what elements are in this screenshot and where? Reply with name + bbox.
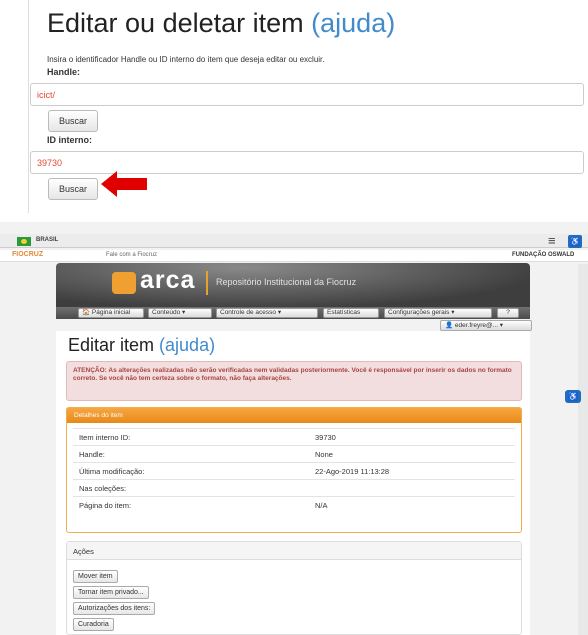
nav-content-label: Conteúdo xyxy=(152,309,181,316)
menu-icon[interactable]: ≡ xyxy=(548,234,556,247)
table-row: Nas coleções: xyxy=(73,479,515,497)
edit-help-link[interactable]: (ajuda) xyxy=(159,335,215,355)
make-private-button[interactable]: Tornar item privado... xyxy=(73,586,149,599)
brazil-flag-icon xyxy=(17,237,31,246)
row-label: Nas coleções: xyxy=(73,479,309,497)
search-id-button[interactable]: Buscar xyxy=(48,178,98,200)
user-menu[interactable]: 👤 eder.freyre@... ▾ xyxy=(440,320,532,331)
nav-settings[interactable]: Configurações gerais ▾ xyxy=(384,308,492,318)
row-value xyxy=(309,479,515,497)
item-details-table: Item interno ID: 39730 Handle: None Última… xyxy=(73,428,515,514)
nav-statistics[interactable]: Estatísticas xyxy=(323,308,379,318)
edit-item-title-text: Editar item xyxy=(68,335,155,355)
actions-panel: Ações Mover item Tornar item privado... … xyxy=(66,541,522,635)
panel-border xyxy=(28,0,29,213)
nav-settings-label: Configurações gerais xyxy=(388,309,450,316)
nav-home[interactable]: 🏠 Página inicial xyxy=(78,308,144,318)
edit-delete-item-panel: Editar ou deletar item (ajuda) Insira o … xyxy=(0,0,588,213)
foundation-label: FUNDAÇÃO OSWALD xyxy=(512,252,575,258)
row-value: None xyxy=(309,445,515,463)
fiocruz-logo[interactable]: FIOCRUZ xyxy=(12,251,43,258)
search-handle-button[interactable]: Buscar xyxy=(48,110,98,132)
fiocruz-bar: FIOCRUZ Fale com a Fiocruz FUNDAÇÃO OSWA… xyxy=(0,250,588,262)
site-banner: arca Repositório Institucional da Fiocru… xyxy=(56,263,530,307)
edit-item-screenshot: BRASIL ≡ ♿ FIOCRUZ Fale com a Fiocruz FU… xyxy=(0,222,588,635)
gov-bar: BRASIL ≡ ♿ xyxy=(0,234,588,248)
page-title: Editar ou deletar item (ajuda) xyxy=(47,8,395,39)
warning-alert: ATENÇÃO: As alterações realizadas não se… xyxy=(66,361,522,401)
scrollbar[interactable] xyxy=(578,264,588,635)
main-nav: 🏠 Página inicial Conteúdo ▾ Controle de … xyxy=(56,307,530,319)
row-label: Item interno ID: xyxy=(73,428,309,446)
handle-input[interactable]: icict/ xyxy=(30,83,584,106)
row-value: 22-Ago-2019 11:13:28 xyxy=(309,462,515,480)
page-title-text: Editar ou deletar item xyxy=(47,8,304,38)
table-row: Item interno ID: 39730 xyxy=(73,428,515,446)
nav-access-control[interactable]: Controle de acesso ▾ xyxy=(216,308,318,318)
table-row: Página do item: N/A xyxy=(73,496,515,514)
handle-label: Handle: xyxy=(47,67,81,77)
row-label: Handle: xyxy=(73,445,309,463)
main-content: Editar item (ajuda) ATENÇÃO: As alteraçõ… xyxy=(56,331,530,635)
row-label: Página do item: xyxy=(73,496,309,514)
item-authorizations-button[interactable]: Autorizações dos itens: xyxy=(73,602,156,615)
edit-item-title: Editar item (ajuda) xyxy=(68,335,215,356)
nav-access-label: Controle de acesso xyxy=(220,309,277,316)
item-details-panel: Detalhes do item Item interno ID: 39730 H… xyxy=(66,407,522,533)
arca-logo-icon xyxy=(112,272,136,294)
row-value: N/A xyxy=(309,496,515,514)
arca-brand[interactable]: arca xyxy=(140,266,195,295)
user-name: eder.freyre@... xyxy=(454,322,498,329)
curation-button[interactable]: Curadoria xyxy=(73,618,114,631)
nav-content[interactable]: Conteúdo ▾ xyxy=(148,308,212,318)
internal-id-label: ID interno: xyxy=(47,135,92,145)
row-label: Última modificação: xyxy=(73,462,309,480)
contact-link[interactable]: Fale com a Fiocruz xyxy=(106,252,157,258)
move-item-button[interactable]: Mover item xyxy=(73,570,118,583)
nav-home-label: Página inicial xyxy=(91,309,131,316)
table-row: Última modificação: 22-Ago-2019 11:13:28 xyxy=(73,462,515,480)
banner-divider xyxy=(206,271,208,295)
help-circle-icon[interactable]: ? xyxy=(497,308,519,318)
accessibility-side-icon[interactable]: ♿ xyxy=(565,390,581,403)
row-value: 39730 xyxy=(309,428,515,446)
intro-text: Insira o identificador Handle ou ID inte… xyxy=(47,55,325,64)
item-details-header: Detalhes do item xyxy=(67,408,521,423)
accessibility-icon[interactable]: ♿ xyxy=(568,235,582,248)
nav-stats-label: Estatísticas xyxy=(327,309,361,316)
help-link[interactable]: (ajuda) xyxy=(311,8,395,38)
repository-subtitle: Repositório Institucional da Fiocruz xyxy=(216,277,357,287)
red-arrow-icon xyxy=(101,171,147,197)
actions-header: Ações xyxy=(67,542,521,560)
country-label[interactable]: BRASIL xyxy=(36,237,58,243)
table-row: Handle: None xyxy=(73,445,515,463)
